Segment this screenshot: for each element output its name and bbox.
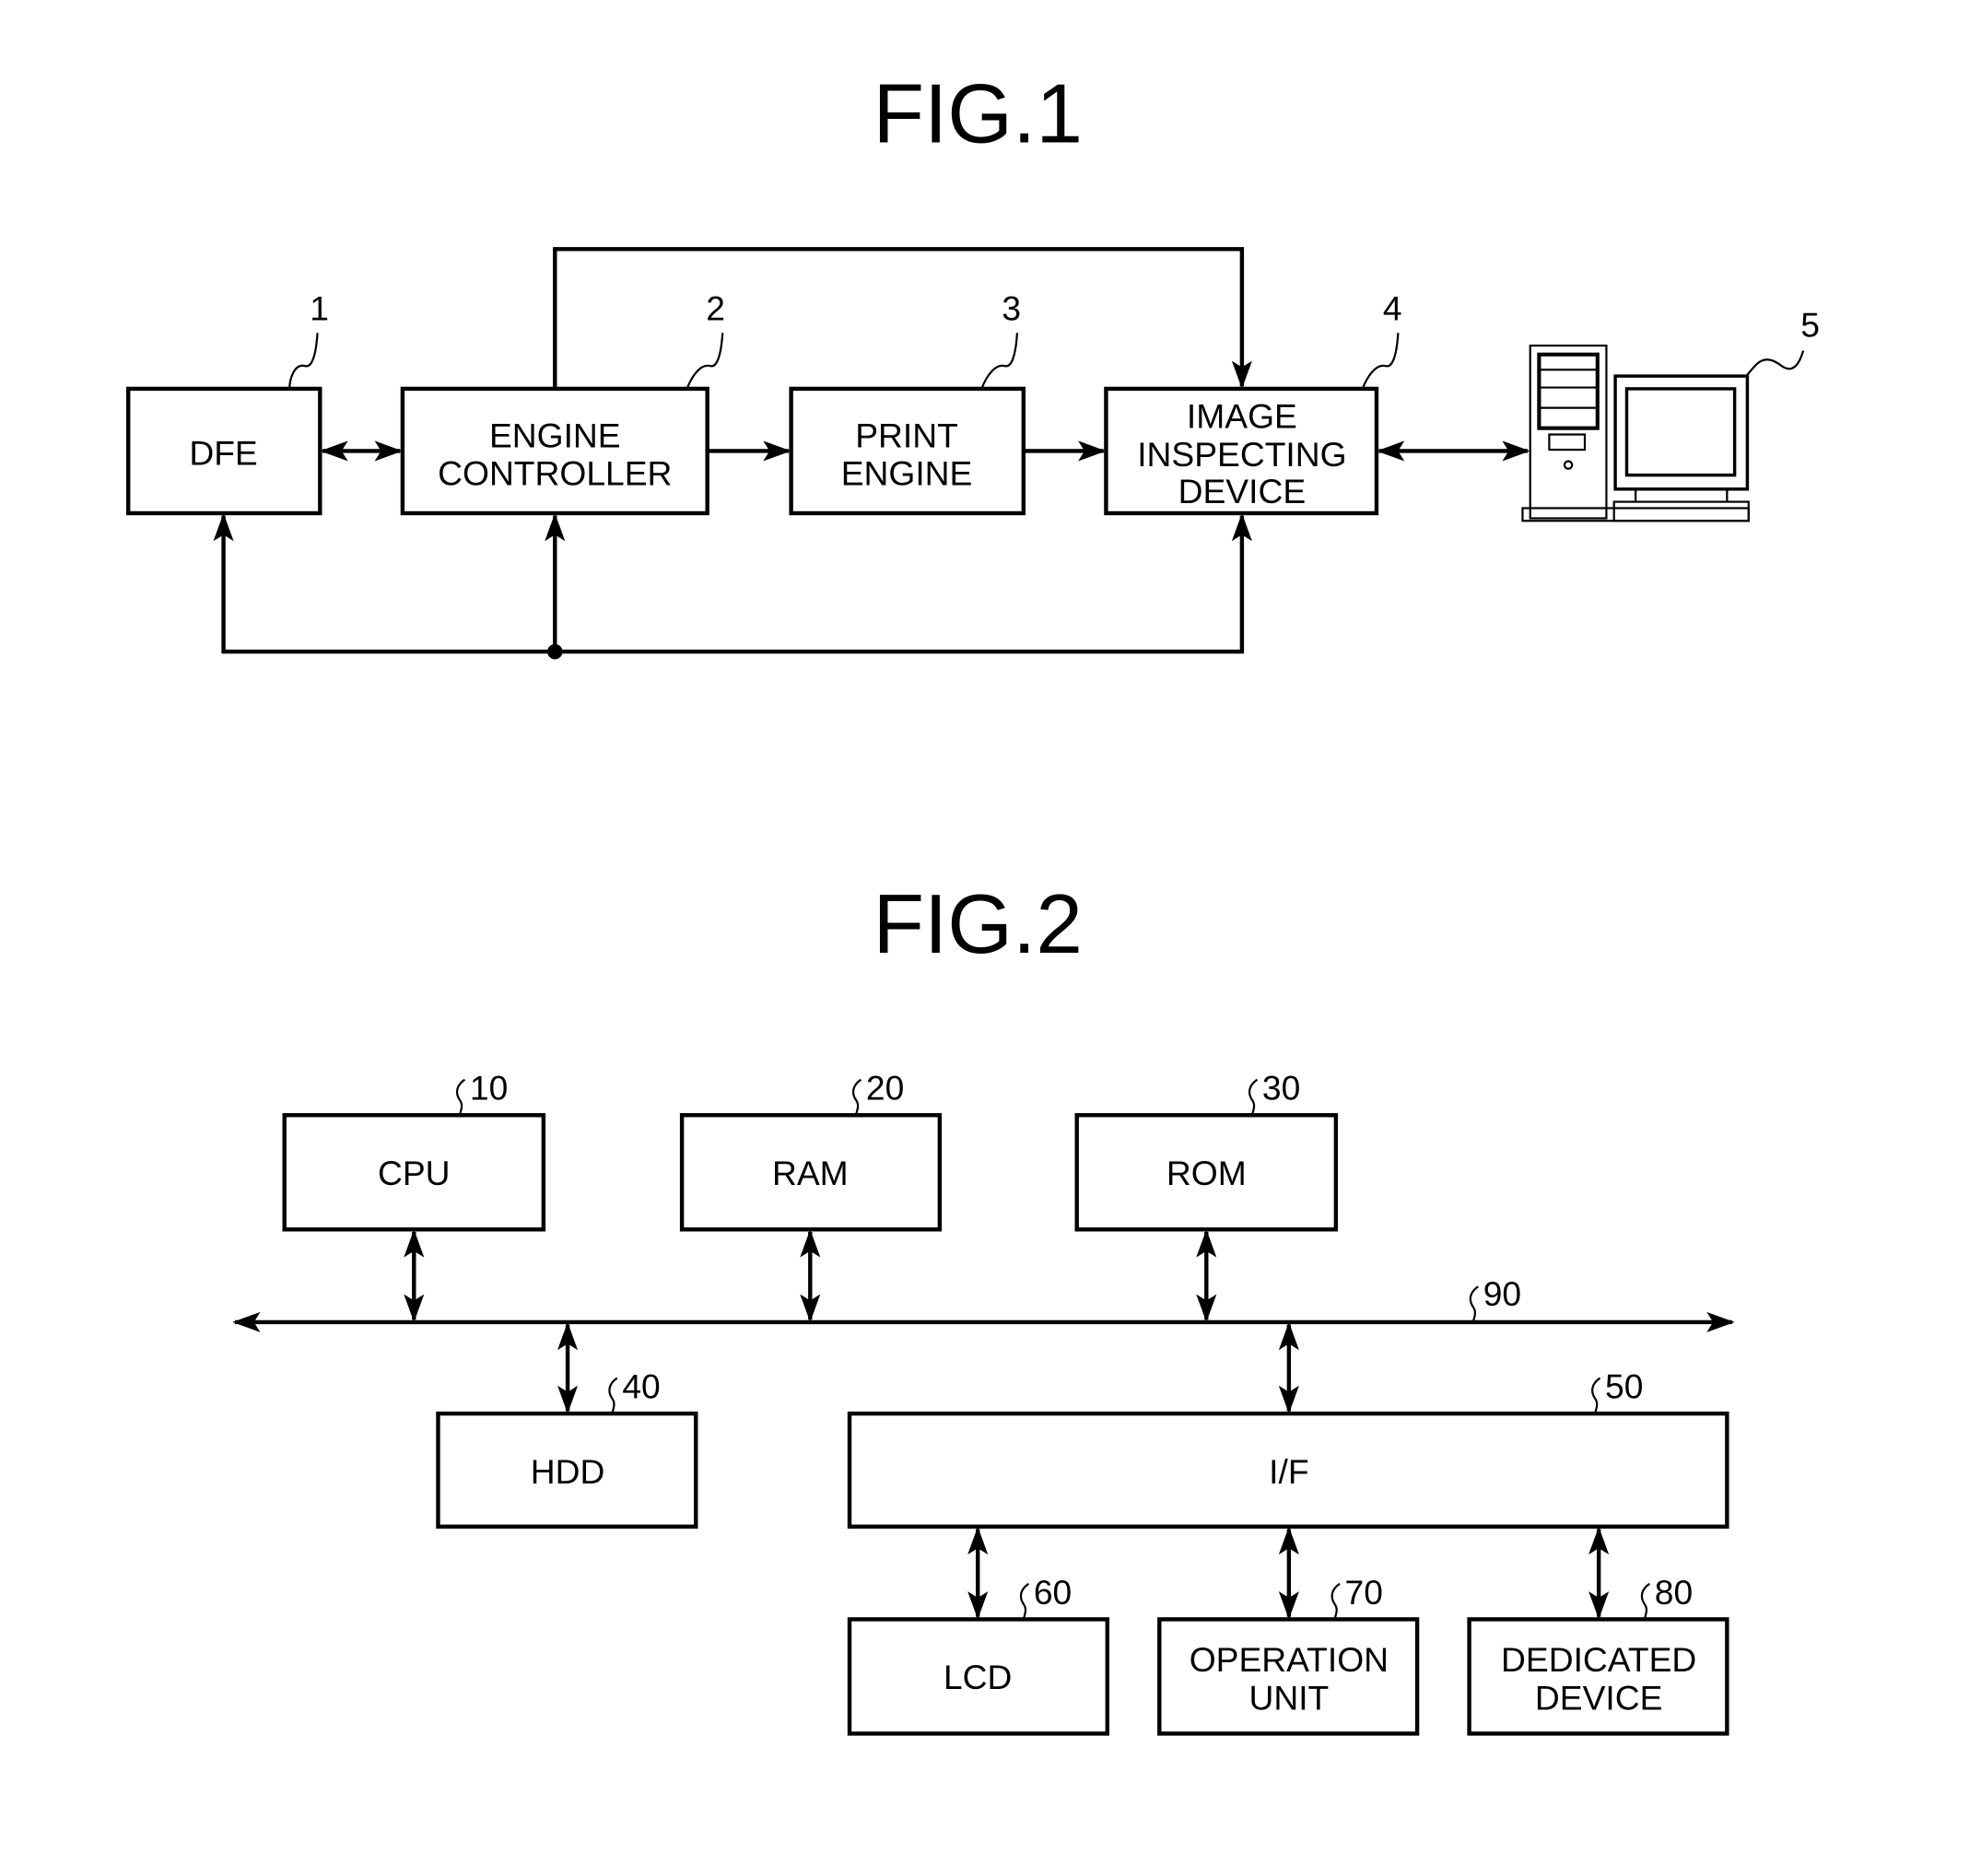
ref-50: 50 [1605,1367,1643,1406]
ref-80-leader [1640,1582,1650,1620]
block-if-label: I/F [1269,1452,1308,1491]
block-hdd-label: HDD [531,1452,605,1491]
block-dedicated-device-label-line2: DEVICE [1535,1678,1663,1717]
block-print-engine-label-line1: PRINT [855,416,958,454]
block-dedicated-device: DEDICATED DEVICE [1467,1617,1729,1736]
computer-power-button [1563,460,1574,470]
block-engine-controller-label-line2: CONTROLLER [438,454,672,493]
ref-1: 1 [310,289,329,328]
computer-keyboard [1612,500,1750,522]
patent-drawing: FIG.1 DFE ENGINE CONTROLLER PRINT ENGINE… [125,68,1820,1736]
block-image-inspecting-device-label-line2: INSPECTING [1137,435,1346,474]
junction-dot [547,643,563,660]
ref-3-leader [980,333,1019,390]
ref-40-leader [608,1377,618,1414]
block-ram: RAM [679,1113,943,1232]
figure-2-title: FIG.2 [873,878,1082,971]
block-image-inspecting-device: IMAGE INSPECTING DEVICE [1104,386,1379,516]
block-lcd: LCD [847,1617,1109,1736]
block-rom-label: ROM [1166,1154,1247,1192]
ref-60-leader [1019,1582,1029,1620]
ref-40: 40 [622,1367,660,1406]
ref-30-leader [1248,1078,1259,1116]
ref-3: 3 [1002,289,1021,328]
ref-10-leader [455,1078,466,1116]
block-image-inspecting-device-label-line1: IMAGE [1187,397,1297,436]
block-rom: ROM [1074,1113,1339,1232]
block-engine-controller: ENGINE CONTROLLER [400,386,709,516]
ref-2-leader [686,333,724,390]
block-print-engine-label-line2: ENGINE [841,454,973,493]
figure-1: FIG.1 DFE ENGINE CONTROLLER PRINT ENGINE… [125,68,1820,660]
block-ram-label: RAM [772,1154,849,1192]
block-operation-unit-label-line1: OPERATION [1190,1640,1389,1679]
block-print-engine: PRINT ENGINE [789,386,1026,516]
block-cpu-label: CPU [378,1154,451,1192]
ref-20: 20 [866,1069,904,1108]
ref-10: 10 [470,1069,508,1108]
figure-1-title: FIG.1 [873,68,1082,161]
block-dedicated-device-label-line1: DEDICATED [1501,1640,1696,1679]
ref-90-leader [1469,1285,1479,1323]
block-engine-controller-label-line1: ENGINE [489,416,621,454]
ref-30: 30 [1262,1069,1300,1108]
fig1-reference-numerals: 1 2 3 4 5 [288,289,1820,390]
ref-4-leader [1361,333,1400,390]
computer-drive-bay [1537,352,1600,430]
block-image-inspecting-device-label-line3: DEVICE [1178,472,1307,510]
block-hdd: HDD [436,1411,698,1530]
figure-2: FIG.2 CPU RAM ROM HDD I/F LCD OPERATION [232,878,1735,1736]
block-if: I/F [847,1411,1729,1530]
block-operation-unit-label-line2: UNIT [1248,1678,1329,1717]
block-dfe-label: DFE [189,434,257,473]
bottom-feedback-line [213,512,1252,654]
block-dfe: DFE [125,386,322,516]
block-operation-unit: OPERATION UNIT [1157,1617,1420,1736]
ref-60: 60 [1034,1573,1072,1612]
ref-20-leader [851,1078,862,1116]
computer-screen [1624,387,1737,477]
computer-floppy [1548,433,1587,451]
ref-1-leader [288,333,319,389]
ref-5: 5 [1800,305,1820,344]
block-cpu: CPU [282,1113,546,1232]
ref-2: 2 [706,289,725,328]
ref-5-leader [1745,350,1805,377]
desktop-computer-icon [1521,344,1750,522]
ref-70: 70 [1345,1573,1383,1612]
arrow-engine-controller-to-inspecting-top [553,247,1252,389]
ref-70-leader [1330,1582,1341,1620]
ref-90: 90 [1483,1274,1521,1313]
block-lcd-label: LCD [944,1658,1012,1696]
ref-80: 80 [1655,1573,1693,1612]
computer-tower [1529,344,1608,520]
ref-4: 4 [1383,289,1402,328]
ref-50-leader [1591,1377,1601,1414]
